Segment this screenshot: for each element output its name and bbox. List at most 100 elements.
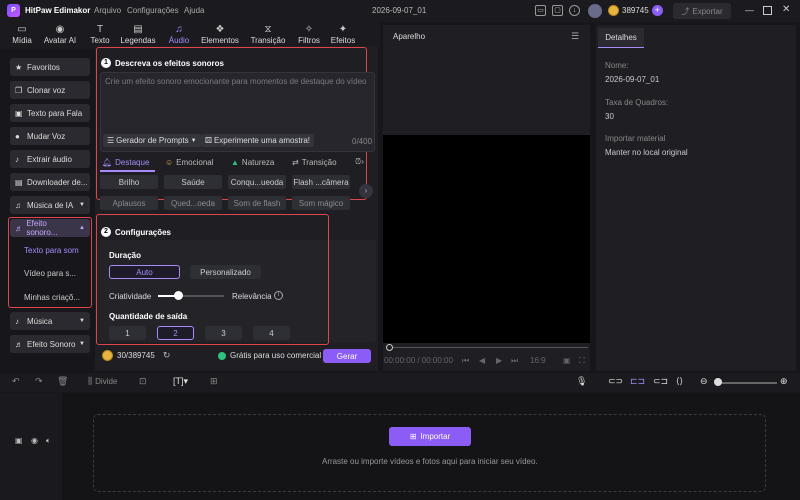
category-more-icon[interactable]: ⏰︎› <box>355 157 364 167</box>
undo-icon[interactable]: ↶ <box>12 376 20 387</box>
fullscreen-icon[interactable]: ⛶ <box>579 356 585 366</box>
sidebar-item-texto-para-fala[interactable]: ▣ Texto para Fala <box>10 104 90 122</box>
zoom-slider-handle[interactable] <box>714 378 722 386</box>
tab-efeitos[interactable]: ✦ Efeitos <box>328 24 358 48</box>
close-icon[interactable]: ✕ <box>782 4 790 15</box>
download-icon[interactable]: ↓ <box>569 5 580 16</box>
sidebar-subitem-minhas-criacoes[interactable]: Minhas criaçõ... <box>24 293 80 302</box>
generate-button[interactable]: Gerar <box>323 349 371 363</box>
sidebar-item-efeito-sonoro[interactable]: ♬ Efeito sonoro... ▲ <box>10 219 90 237</box>
skip-back-icon[interactable]: ⏮ <box>462 356 469 366</box>
sidebar-item-musica-de-ia[interactable]: ♫ Música de IA ▼ <box>10 196 90 214</box>
output-option-2[interactable]: 2 <box>157 326 194 340</box>
tag-queda[interactable]: Qued...oeda <box>164 196 222 210</box>
sidebar-item-efeito-sonoro-lib[interactable]: ♬ Efeito Sonoro ▼ <box>10 335 90 353</box>
play-icon[interactable]: ▶ <box>496 356 502 365</box>
duration-auto-button[interactable]: Auto <box>109 265 180 279</box>
tag-brilho[interactable]: Brilho <box>100 175 158 189</box>
sidebar-item-clonar-voz[interactable]: ❐ Clonar voz <box>10 81 90 99</box>
snap-icon[interactable]: ⊂⊐ <box>653 376 668 387</box>
tab-avatar-ai[interactable]: ◉ Avatar AI <box>40 24 80 48</box>
track-visibility-icon[interactable]: ◉ <box>31 436 38 445</box>
duration-custom-button[interactable]: Personalizado <box>190 265 261 279</box>
crop-icon[interactable]: ⊡ <box>139 376 147 387</box>
prev-frame-icon[interactable]: ◀ <box>479 356 485 365</box>
credit-count: 389745 <box>622 6 649 15</box>
output-option-4[interactable]: 4 <box>253 326 290 340</box>
tag-som-magico[interactable]: Som mágico <box>292 196 350 210</box>
fit-icon[interactable]: ⟨⟩ <box>676 376 683 387</box>
list-icon: ☰ <box>107 136 115 145</box>
zoom-slider-track[interactable] <box>715 382 777 384</box>
zoom-in-icon[interactable]: ⊕ <box>780 376 788 387</box>
prompt-generator-button[interactable]: ☰ Gerador de Prompts ▼ <box>103 134 201 147</box>
music-note-icon: ♫ <box>175 24 183 35</box>
sidebar-item-favoritos[interactable]: ★ Favoritos <box>10 58 90 76</box>
track-mute-icon[interactable]: 🔈︎ <box>46 436 51 446</box>
info-icon[interactable]: i <box>274 291 283 300</box>
sticker-icon[interactable]: ⊞ <box>210 376 218 387</box>
playhead-handle[interactable] <box>386 344 393 351</box>
tab-audio[interactable]: ♫ Áudio <box>164 24 194 48</box>
zoom-out-icon[interactable]: ⊖ <box>700 376 708 387</box>
config-title: 2 Configurações <box>101 227 171 237</box>
avatar[interactable] <box>588 4 602 18</box>
category-tab-transicao[interactable]: ⇄ Transição <box>292 158 337 167</box>
tab-detalhes[interactable]: Detalhes <box>598 28 644 48</box>
tab-texto[interactable]: T Texto <box>86 24 114 48</box>
maximize-icon[interactable] <box>763 6 772 15</box>
snapshot-icon[interactable]: ▣ <box>563 356 571 365</box>
export-button[interactable]: ⤴ Exportar <box>673 3 731 19</box>
output-option-1[interactable]: 1 <box>109 326 146 340</box>
sidebar-item-mudar-voz[interactable]: ● Mudar Voz <box>10 127 90 145</box>
menu-configuracoes[interactable]: Configurações <box>127 6 179 15</box>
output-option-3[interactable]: 3 <box>205 326 242 340</box>
tag-conquista[interactable]: Conqu...ueoda <box>228 175 286 189</box>
split-button[interactable]: ⫼ Divide <box>88 376 117 387</box>
track-lock-icon[interactable]: ▣ <box>15 436 23 445</box>
skip-forward-icon[interactable]: ⏭ <box>511 356 518 366</box>
try-sample-button[interactable]: ⚄ Experimente uma amostra! <box>201 134 314 147</box>
active-category-underline <box>100 170 155 172</box>
media-drop-zone[interactable] <box>93 414 766 492</box>
link-icon[interactable]: ⊂⊃ <box>608 376 623 387</box>
refresh-icon[interactable]: ↻ <box>163 350 171 361</box>
delete-icon[interactable]: 🗑︎ <box>57 376 68 387</box>
sidebar-item-musica[interactable]: ♪ Música ▼ <box>10 312 90 330</box>
tab-midia[interactable]: ▭ Mídia <box>8 24 36 48</box>
add-credits-button[interactable]: + <box>651 5 663 16</box>
microphone-icon[interactable]: 🎙︎ <box>576 376 587 387</box>
tab-elementos[interactable]: ❖ Elementos <box>198 24 242 48</box>
category-tab-emocional[interactable]: ☺ Emocional <box>165 158 214 167</box>
tab-filtros[interactable]: ✧ Filtros <box>294 24 324 48</box>
menu-arquivo[interactable]: Arquivo <box>94 6 121 15</box>
creativity-slider-handle[interactable] <box>173 291 183 300</box>
tab-legendas[interactable]: ▤ Legendas <box>118 24 158 48</box>
redo-icon[interactable]: ↷ <box>35 376 43 387</box>
aspect-ratio[interactable]: 16:9 <box>530 356 546 365</box>
tag-saude[interactable]: Saúde <box>164 175 222 189</box>
playback-progress[interactable] <box>390 347 588 348</box>
import-button[interactable]: ⊞ Importar <box>389 427 471 446</box>
avatar-icon: ◉ <box>55 24 65 35</box>
tag-som-de-flash[interactable]: Som de flash <box>228 196 286 210</box>
bell-icon: 🔔︎ <box>102 158 113 167</box>
tab-transicao[interactable]: ⧖ Transição <box>246 24 290 48</box>
monitor-icon[interactable]: ▢ <box>552 5 563 16</box>
category-tab-natureza[interactable]: ▲ Natureza <box>231 158 274 167</box>
tag-flash-camera[interactable]: Flash ...câmera <box>292 175 350 189</box>
tag-aplausos[interactable]: Aplausos <box>100 196 158 210</box>
sidebar-subitem-video-para-som[interactable]: Vídeo para s... <box>24 269 76 278</box>
category-tab-destaque[interactable]: 🔔︎ Destaque <box>102 158 149 167</box>
text-tool-icon[interactable]: [T]▾ <box>173 376 188 387</box>
menu-icon[interactable]: ☰ <box>571 31 579 42</box>
commercial-use-note: Grátis para uso comercial <box>218 351 321 360</box>
tags-scroll-icon[interactable]: › <box>359 184 373 198</box>
sidebar-item-extrair-audio[interactable]: ♪ Extrair áudio <box>10 150 90 168</box>
magnet-icon[interactable]: ⊏⊐ <box>630 376 645 387</box>
chat-icon[interactable]: ▭ <box>535 5 546 16</box>
menu-ajuda[interactable]: Ajuda <box>184 6 204 15</box>
sidebar-subitem-texto-para-som[interactable]: Texto para som <box>24 246 79 255</box>
sidebar-item-downloader[interactable]: ▤ Downloader de... <box>10 173 90 191</box>
minimize-icon[interactable]: — <box>745 5 754 15</box>
